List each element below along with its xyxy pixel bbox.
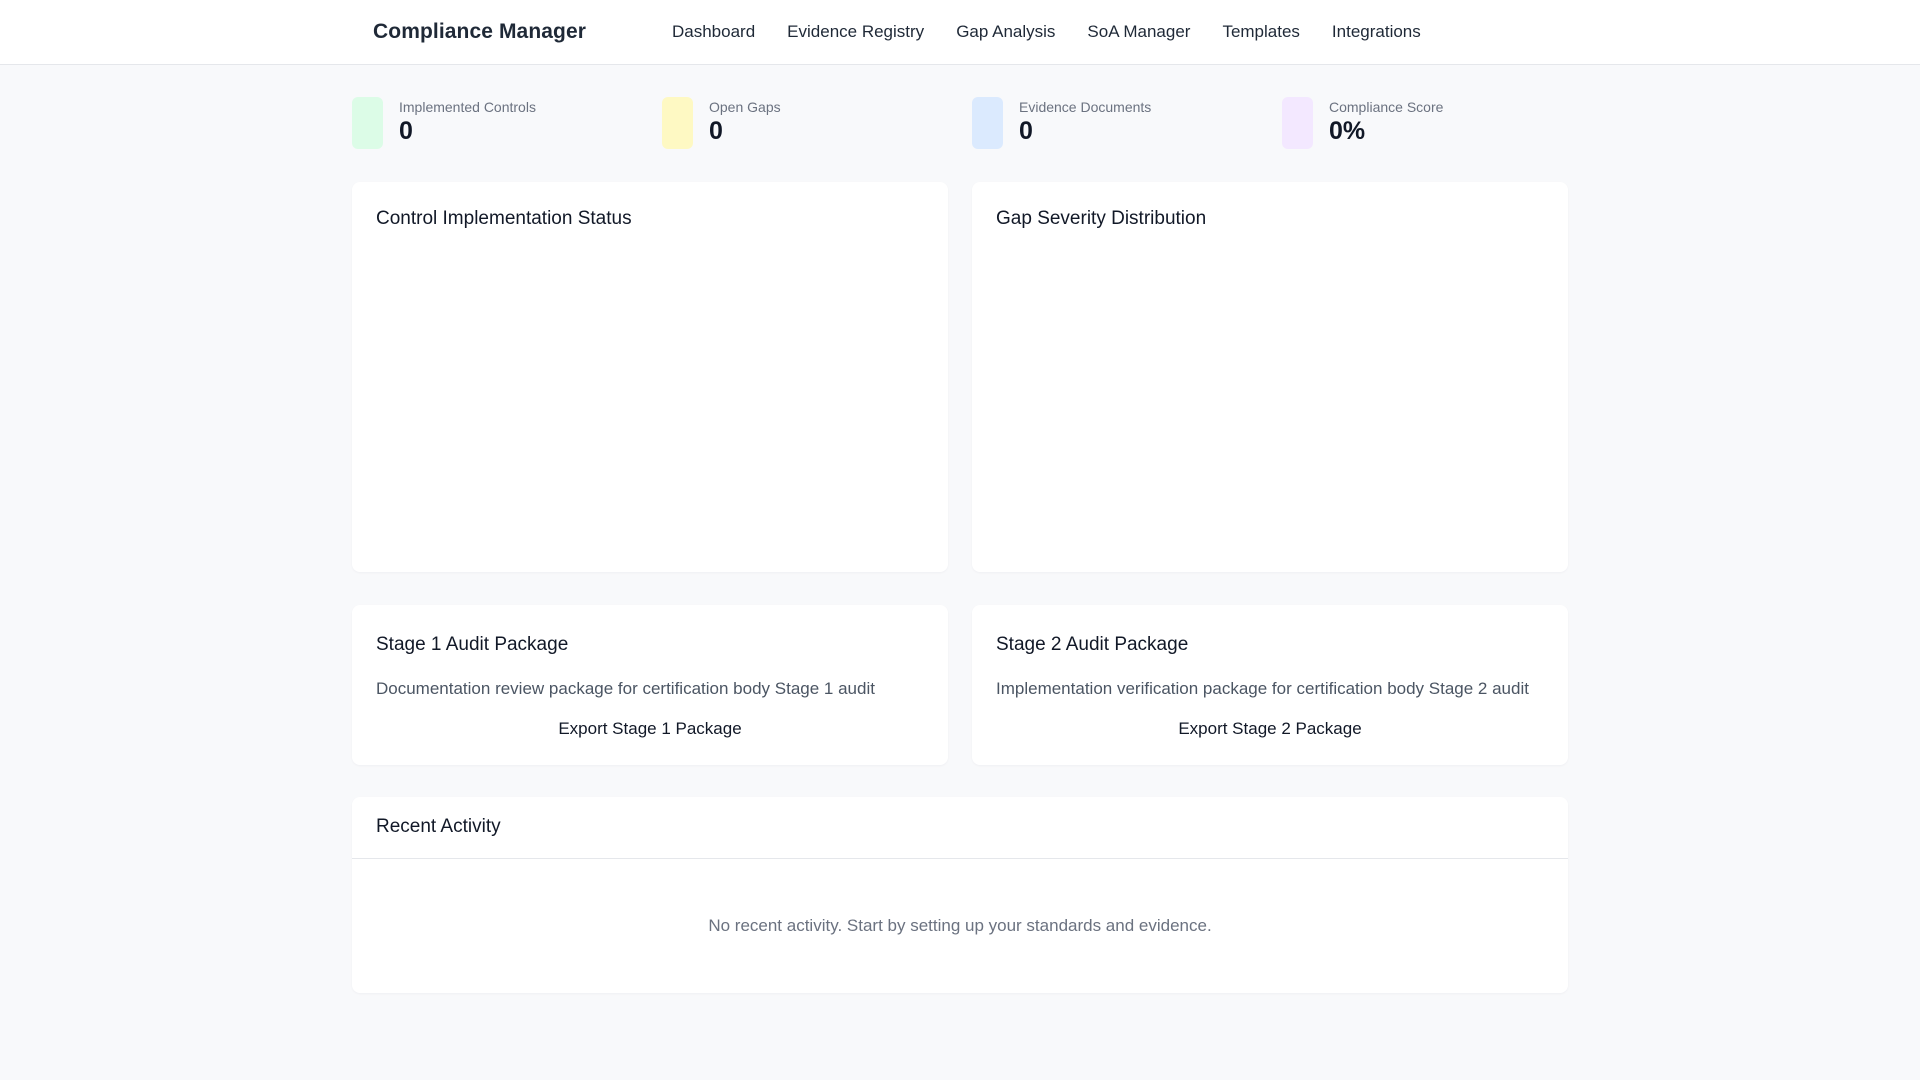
audit-title: Stage 1 Audit Package [376,634,569,655]
nav-soa-manager[interactable]: SoA Manager [1087,22,1190,42]
top-navbar: Compliance Manager Dashboard Evidence Re… [0,0,1920,65]
stat-value: 0 [709,117,723,145]
stat-label: Open Gaps [709,99,781,115]
nav-gap-analysis[interactable]: Gap Analysis [956,22,1055,42]
stat-label: Compliance Score [1329,99,1444,115]
stat-label: Implemented Controls [399,99,536,115]
chart-title: Gap Severity Distribution [996,208,1207,229]
stage2-audit-card: Stage 2 Audit Package Implementation ver… [972,605,1568,765]
nav-integrations[interactable]: Integrations [1332,22,1421,42]
stat-value: 0 [399,117,413,145]
nav-templates[interactable]: Templates [1222,22,1299,42]
recent-activity-card: Recent Activity No recent activity. Star… [352,797,1568,993]
nav-dashboard[interactable]: Dashboard [672,22,755,42]
stat-color-swatch [352,97,383,149]
gap-severity-chart-card: Gap Severity Distribution [972,182,1568,572]
stat-color-swatch [972,97,1003,149]
audit-description: Documentation review package for certifi… [376,679,875,698]
export-stage2-button[interactable]: Export Stage 2 Package [972,719,1568,739]
audit-title: Stage 2 Audit Package [996,634,1189,655]
divider [352,858,1568,859]
export-stage1-button[interactable]: Export Stage 1 Package [352,719,948,739]
empty-state-text: No recent activity. Start by setting up … [708,916,1212,935]
main-nav: Dashboard Evidence Registry Gap Analysis… [672,22,1453,42]
stage1-audit-card: Stage 1 Audit Package Documentation revi… [352,605,948,765]
stat-color-swatch [1282,97,1313,149]
stat-label: Evidence Documents [1019,99,1152,115]
app-title[interactable]: Compliance Manager [373,20,586,44]
audit-description: Implementation verification package for … [996,679,1529,698]
stat-value: 0 [1019,117,1033,145]
control-status-chart-card: Control Implementation Status [352,182,948,572]
stats-row: Implemented Controls 0 Open Gaps 0 Evide… [352,97,1568,149]
stat-color-swatch [662,97,693,149]
chart-title: Control Implementation Status [376,208,632,229]
nav-evidence-registry[interactable]: Evidence Registry [787,22,924,42]
stat-value: 0% [1329,117,1366,145]
activity-title: Recent Activity [376,816,501,837]
